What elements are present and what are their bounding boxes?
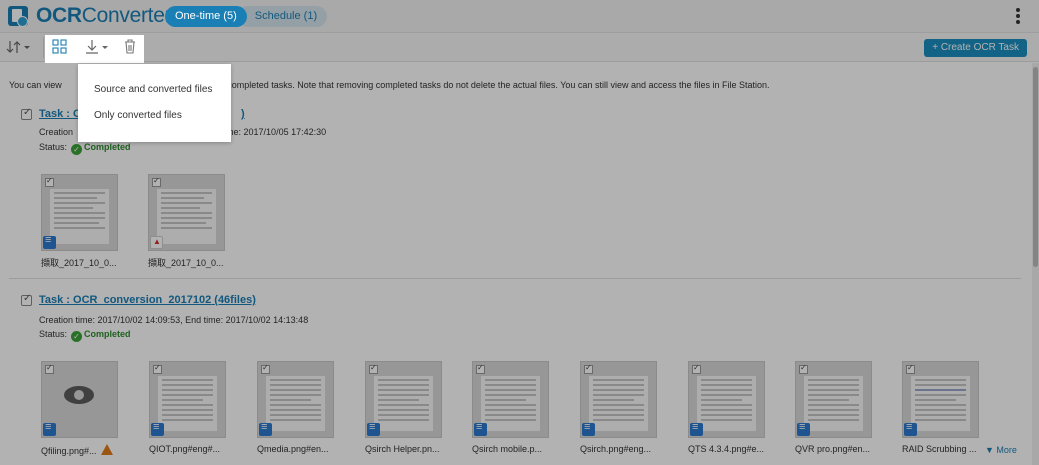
trash-icon[interactable] [123,38,137,59]
menu-item-source-and-converted[interactable]: Source and converted files [94,84,212,95]
toolbar-highlight [45,35,144,63]
download-icon[interactable] [84,38,110,59]
select-all-icon[interactable] [52,38,68,59]
download-options-menu: Source and converted files Only converte… [78,64,231,142]
menu-item-only-converted[interactable]: Only converted files [94,110,182,121]
tab-one-time[interactable]: One-time (5) [165,6,247,27]
